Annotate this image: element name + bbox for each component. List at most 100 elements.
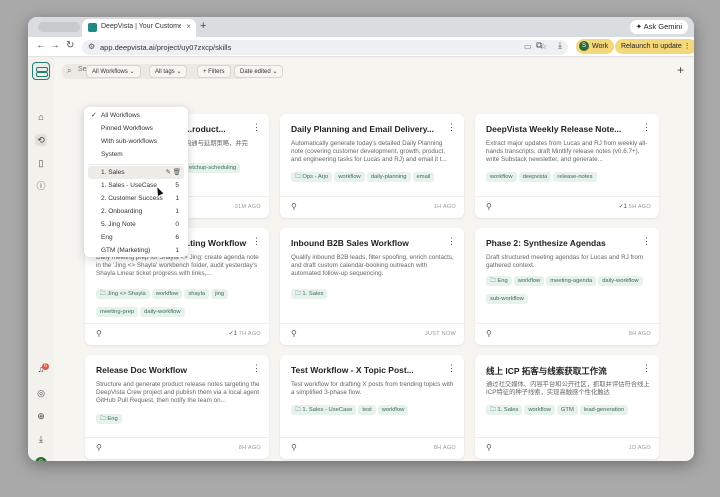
add-workflow-button[interactable]: + [677,63,684,77]
pin-icon[interactable]: ⚲ [291,443,297,452]
dropdown-item-system[interactable]: System [88,148,184,161]
tag[interactable]: 🗀 Jing <> Shayla [96,289,150,299]
trash-icon[interactable]: 🗑 [173,169,181,176]
edit-icon[interactable]: ✎ [165,169,170,176]
more-icon[interactable]: ⋮ [252,363,261,374]
profile-button[interactable]: S Work [576,39,615,54]
compass-icon[interactable]: ◎ [35,387,47,399]
workflow-card[interactable]: 线上 ICP 拓客与线索获取工作流 ⋮ 通过社交媒体、内容平台和公开社区，抓取并… [475,355,659,459]
tag[interactable]: sub-workflow [486,294,528,304]
workflow-card[interactable]: DeepVista Weekly Release Note... ⋮ Extra… [475,114,659,218]
pin-icon[interactable]: ⚲ [291,202,297,211]
new-tab-button[interactable]: + [200,20,206,32]
dropdown-item-jing-note[interactable]: 5. Jing Note 0 [88,218,184,231]
download-icon[interactable]: ⤓ [558,40,562,51]
tag[interactable]: 🗀 1. Sales [486,405,523,415]
pin-icon[interactable]: ⚲ [96,443,102,452]
dropdown-item-pinned[interactable]: Pinned Workflows [88,122,184,135]
tag[interactable]: workflow [524,405,555,415]
tag[interactable]: 🗀 1. Sales - UseCase [291,405,357,415]
tag[interactable]: daily-workflow [140,307,185,317]
site-info-icon[interactable]: ⚙ [88,42,95,51]
dropdown-item-customer-success[interactable]: 2. Customer Success 1 [88,192,184,205]
tag[interactable]: test [358,405,376,415]
more-icon[interactable]: ⋮ [252,236,261,247]
window-controls[interactable] [38,22,80,32]
card-tags: 🗀 Ops - Arjo workflow daily-planning email [291,172,457,190]
workflow-card[interactable]: Daily Planning and Email Delivery... ⋮ A… [280,114,464,218]
tag[interactable]: shayla [184,289,210,299]
pin-icon[interactable]: ⚲ [291,329,297,338]
tag[interactable]: 🗀 Ops - Arjo [291,172,333,182]
tag[interactable]: meeting-prep [96,307,139,317]
address-bar[interactable]: ⚙ app.deepvista.ai/project/uy07zxcp/skil… [82,40,568,55]
tag[interactable]: jing [211,289,229,299]
tag[interactable]: 🗀 Eng [96,414,122,424]
sort-button[interactable]: Date edited ⌄ [234,65,284,78]
more-icon[interactable]: ⋮ [642,363,651,374]
pin-icon[interactable]: ⚲ [486,329,492,338]
ask-gemini-button[interactable]: ✦ Ask Gemini [629,20,688,34]
info-icon[interactable]: ⓘ [35,180,47,192]
tag[interactable]: workflow [377,405,409,415]
tag[interactable]: workflow [513,276,545,286]
dropdown-item-gtm[interactable]: GTM (Marketing) 1 [88,244,184,257]
tag[interactable]: etchup-scheduling [185,163,241,173]
pin-icon[interactable]: ⚲ [486,202,492,211]
extensions-icon[interactable]: ⧉ [536,40,542,51]
home-icon[interactable]: ⌂ [35,111,47,123]
workflow-card[interactable]: Inbound B2B Sales Workflow ⋮ Qualify inb… [280,228,464,345]
workflow-icon[interactable]: ⟲ [35,134,47,146]
dropdown-item-label: 5. Jing Note [101,221,136,228]
cast-icon[interactable]: ▭ [524,42,532,51]
tab-deepvista[interactable]: DeepVista | Your Customer P... × [82,19,196,37]
more-icon[interactable]: ⋮ [447,363,456,374]
more-icon[interactable]: ⋮ [447,236,456,247]
tag[interactable]: meeting-agenda [546,276,597,286]
inbox-icon[interactable]: ⤓ [35,433,47,445]
back-icon[interactable]: ← [36,40,46,51]
card-timestamp: 5H AGO [628,204,651,210]
dropdown-item-count: 1 [175,208,179,215]
more-icon[interactable]: ⋮ [447,122,456,133]
more-icon[interactable]: ⋮ [642,236,651,247]
workflow-card[interactable]: Test Workflow - X Topic Post... ⋮ Test w… [280,355,464,459]
dropdown-item-onboarding[interactable]: 2. Onboarding 1 [88,205,184,218]
relaunch-button[interactable]: Relaunch to update ⋮ [615,39,694,54]
tag[interactable]: deepvista [518,172,552,182]
tag[interactable]: email [412,172,435,182]
tag[interactable]: release-notes [553,172,597,182]
card-tags: 🗀 Eng [96,414,262,432]
dropdown-item-label: Pinned Workflows [101,125,153,132]
close-icon[interactable]: × [186,22,191,31]
tag[interactable]: daily-planning [366,172,411,182]
more-icon[interactable]: ⋮ [252,122,261,133]
dropdown-item-sales[interactable]: 1. Sales ✎ 🗑 [88,166,184,179]
dropdown-item-sub-workflows[interactable]: With sub-workflows [88,135,184,148]
workflows-filter[interactable]: All Workflows ⌄ [86,65,141,78]
pin-icon[interactable]: ⚲ [486,443,492,452]
tag[interactable]: daily-workflow [598,276,643,286]
tag[interactable]: 🗀 Eng [486,276,512,286]
forward-icon[interactable]: → [50,40,60,51]
user-avatar[interactable]: S [35,457,47,461]
more-icon[interactable]: ⋮ [642,122,651,133]
tag[interactable]: workflow [151,289,183,299]
tag[interactable]: GTM [556,405,578,415]
book-icon[interactable]: ▯ [35,157,47,169]
workflow-card[interactable]: Phase 2: Synthesize Agendas ⋮ Draft stru… [475,228,659,345]
dropdown-item-all-workflows[interactable]: ✓ All Workflows [88,109,184,122]
tag[interactable]: lead-generation [579,405,629,415]
add-filter-button[interactable]: + Filters [197,65,231,78]
tags-filter[interactable]: All tags ⌄ [149,65,188,78]
reload-icon[interactable]: ↻ [66,40,74,51]
app-logo[interactable] [32,62,50,80]
pin-icon[interactable]: ⚲ [96,329,102,338]
tag[interactable]: workflow [486,172,517,182]
tag[interactable]: workflow [334,172,365,182]
globe-icon[interactable]: ⊕ [35,410,47,422]
tag[interactable]: 🗀 1. Sales [291,289,328,299]
workflow-card[interactable]: Release Doc Workflow ⋮ Structure and gen… [85,355,269,459]
dropdown-item-sales-usecase[interactable]: 1. Sales - UseCase 5 [88,179,184,192]
dropdown-item-eng[interactable]: Eng 6 [88,231,184,244]
